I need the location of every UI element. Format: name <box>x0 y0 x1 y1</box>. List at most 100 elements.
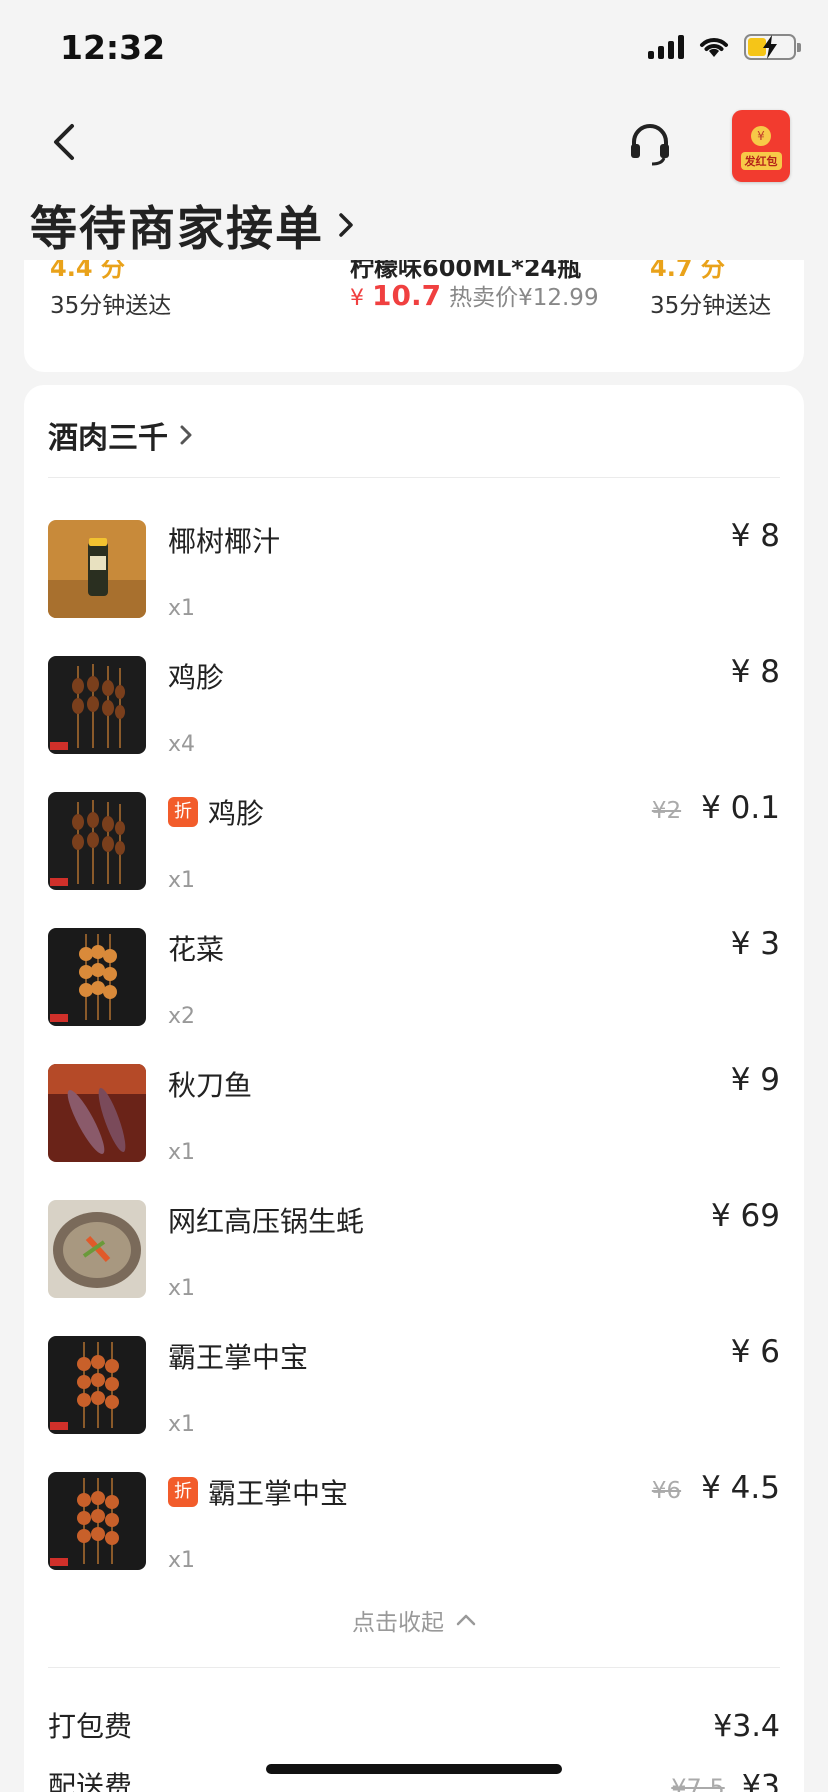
delivery-fee-value: ¥3 <box>741 1769 780 1792</box>
item-price-group: ¥ 69 <box>711 1198 780 1234</box>
item-name: 鸡胗 <box>168 661 225 694</box>
item-quantity: x1 <box>168 1412 196 1437</box>
item-name: 秋刀鱼 <box>168 1069 253 1102</box>
rec-price[interactable]: ¥ 10.7 热卖价¥12.99 <box>350 278 599 312</box>
rec-right-time: 35分钟送达 <box>650 293 772 319</box>
shop-link[interactable]: 酒肉三千 <box>48 413 192 457</box>
item-quantity: x2 <box>168 1004 196 1029</box>
item-name-row: 椰树椰汁 <box>168 520 280 560</box>
page-title: 等待商家接单 <box>30 202 324 257</box>
back-icon[interactable] <box>44 120 88 164</box>
item-quantity: x1 <box>168 1548 196 1573</box>
item-price-group: ¥2 ¥ 0.1 <box>652 790 780 826</box>
packing-fee-row: 打包费 ¥3.4 <box>48 1705 780 1745</box>
item-name: 鸡胗 <box>208 797 265 830</box>
rec-left-time: 35分钟送达 <box>50 293 172 319</box>
item-quantity: x4 <box>168 732 196 757</box>
red-packet-label: 发红包 <box>740 152 782 170</box>
packing-fee-value: ¥3.4 <box>713 1709 780 1744</box>
item-price: ¥ 3 <box>730 926 780 962</box>
item-thumbnail <box>48 792 146 890</box>
chevron-right-icon <box>339 212 353 237</box>
chevron-right-icon <box>180 425 192 445</box>
red-packet-button[interactable]: ¥ 发红包 <box>732 110 790 182</box>
shop-name: 酒肉三千 <box>48 421 168 456</box>
item-name: 椰树椰汁 <box>168 525 281 558</box>
item-price: ¥ 8 <box>730 518 780 554</box>
item-name-row: 折 鸡胗 <box>168 792 264 832</box>
item-thumbnail <box>48 1064 146 1162</box>
rec-hot-price: 热卖价¥12.99 <box>449 285 599 311</box>
item-original-price: ¥2 <box>651 798 682 824</box>
item-name-row: 霸王掌中宝 <box>168 1336 308 1376</box>
item-price: ¥ 0.1 <box>701 790 780 826</box>
item-name-row: 折 霸王掌中宝 <box>168 1472 348 1512</box>
wifi-icon <box>700 38 728 57</box>
recommend-card: 4.4 分 35分钟送达 柠檬味600ML*24瓶 ¥ 10.7 热卖价¥12.… <box>24 260 804 372</box>
collapse-label: 点击收起 <box>352 1610 444 1636</box>
item-thumbnail <box>48 1472 146 1570</box>
item-name-row: 秋刀鱼 <box>168 1064 252 1104</box>
order-item[interactable]: 折 霸王掌中宝 x1 ¥6 ¥ 4.5 <box>48 1470 780 1573</box>
item-quantity: x1 <box>168 868 196 893</box>
item-name: 霸王掌中宝 <box>168 1341 309 1374</box>
order-item[interactable]: 网红高压锅生蚝 x1 ¥ 69 <box>48 1198 780 1301</box>
order-card: 酒肉三千 椰树椰汁 x1 ¥ 8 鸡胗 x4 ¥ 8 折 鸡胗 x1 ¥2 ¥ … <box>24 385 804 1792</box>
item-price: ¥ 8 <box>730 654 780 690</box>
item-original-price: ¥6 <box>651 1478 682 1504</box>
status-time: 12:32 <box>60 28 166 67</box>
rec-left-score: 4.4 分 <box>50 260 125 282</box>
rec-right-score: 4.7 分 <box>650 260 725 282</box>
item-thumbnail <box>48 656 146 754</box>
order-item[interactable]: 霸王掌中宝 x1 ¥ 6 <box>48 1334 780 1437</box>
collapse-toggle[interactable]: 点击收起 <box>24 1603 804 1637</box>
item-thumbnail <box>48 1200 146 1298</box>
headset-support-icon[interactable] <box>626 120 674 168</box>
packing-fee-label: 打包费 <box>48 1710 133 1743</box>
item-price: ¥ 69 <box>710 1198 780 1234</box>
order-item[interactable]: 椰树椰汁 x1 ¥ 8 <box>48 518 780 621</box>
order-item[interactable]: 秋刀鱼 x1 ¥ 9 <box>48 1062 780 1165</box>
discount-badge: 折 <box>168 1477 198 1507</box>
order-status-title[interactable]: 等待商家接单 <box>30 190 354 259</box>
item-price: ¥ 6 <box>730 1334 780 1370</box>
battery-icon <box>744 34 801 60</box>
status-bar: 12:32 <box>0 0 828 100</box>
order-item[interactable]: 花菜 x2 ¥ 3 <box>48 926 780 1029</box>
item-quantity: x1 <box>168 1140 196 1165</box>
item-name: 霸王掌中宝 <box>208 1477 349 1510</box>
item-quantity: x1 <box>168 596 196 621</box>
item-price-group: ¥ 8 <box>731 654 780 690</box>
item-thumbnail <box>48 928 146 1026</box>
rec-price-value: 10.7 <box>372 279 442 312</box>
signal-icon <box>648 35 684 59</box>
item-price-group: ¥ 8 <box>731 518 780 554</box>
divider <box>48 477 780 478</box>
item-name-row: 花菜 <box>168 928 224 968</box>
item-name: 网红高压锅生蚝 <box>168 1205 365 1238</box>
delivery-fee-original: ¥7.5 <box>671 1774 725 1792</box>
top-nav: ¥ 发红包 等待商家接单 <box>0 100 828 260</box>
discount-badge: 折 <box>168 797 198 827</box>
item-quantity: x1 <box>168 1276 196 1301</box>
item-price: ¥ 4.5 <box>701 1470 780 1506</box>
delivery-fee-label: 配送费 <box>48 1770 133 1792</box>
rec-price-symbol: ¥ <box>350 286 364 311</box>
item-thumbnail <box>48 520 146 618</box>
item-price: ¥ 9 <box>730 1062 780 1098</box>
red-packet-coin: ¥ <box>751 126 771 146</box>
status-icons <box>648 34 801 60</box>
chevron-up-icon <box>456 1614 476 1626</box>
item-price-group: ¥ 6 <box>731 1334 780 1370</box>
item-name: 花菜 <box>168 933 225 966</box>
item-thumbnail <box>48 1336 146 1434</box>
item-name-row: 网红高压锅生蚝 <box>168 1200 364 1240</box>
order-item[interactable]: 折 鸡胗 x1 ¥2 ¥ 0.1 <box>48 790 780 893</box>
divider <box>48 1667 780 1668</box>
item-price-group: ¥ 3 <box>731 926 780 962</box>
item-price-group: ¥ 9 <box>731 1062 780 1098</box>
order-item[interactable]: 鸡胗 x4 ¥ 8 <box>48 654 780 757</box>
home-indicator <box>266 1764 562 1774</box>
item-price-group: ¥6 ¥ 4.5 <box>652 1470 780 1506</box>
item-name-row: 鸡胗 <box>168 656 224 696</box>
